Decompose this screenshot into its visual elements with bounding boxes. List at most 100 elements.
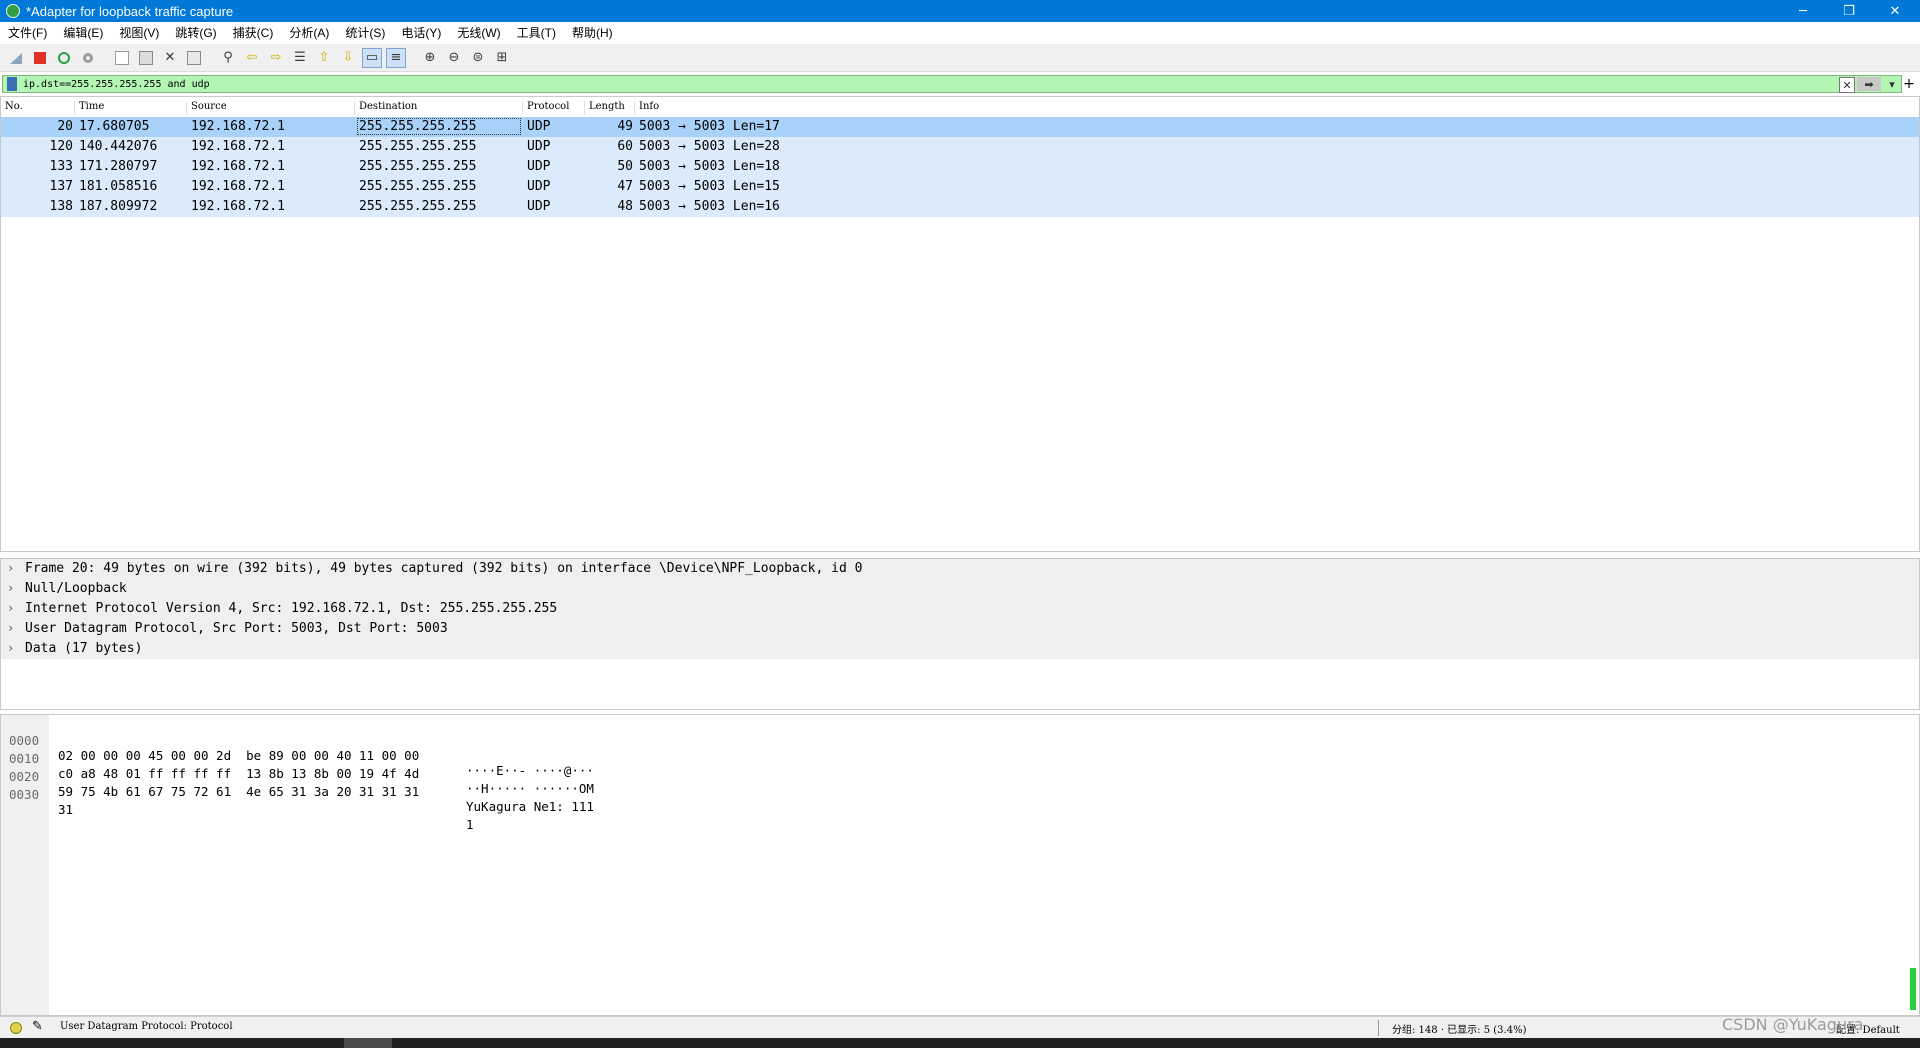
packet-source: 192.168.72.1 <box>191 139 285 154</box>
close-file-icon[interactable]: ✕ <box>160 48 180 68</box>
stop-capture-icon[interactable] <box>30 48 50 68</box>
restart-capture-icon[interactable] <box>54 48 74 68</box>
resize-columns-icon[interactable]: ⊞ <box>492 48 512 68</box>
packet-protocol: UDP <box>527 199 551 214</box>
status-packet-counts: 分组: 148 · 已显示: 5 (3.4%) <box>1392 1025 1527 1036</box>
go-to-packet-icon[interactable]: ☰ <box>290 48 310 68</box>
filter-dropdown-icon[interactable]: ▾ <box>1885 77 1899 91</box>
bytes-row[interactable]: 0010 c0 a8 48 01 ff ff ff ff 13 8b 13 8b… <box>1 736 594 796</box>
packet-length: 48 <box>617 199 633 214</box>
chevron-right-icon[interactable]: › <box>7 641 14 655</box>
menu-statistics[interactable]: 统计(S) <box>337 22 393 44</box>
detail-tree-item[interactable]: › Internet Protocol Version 4, Src: 192.… <box>1 599 1919 619</box>
save-file-icon[interactable] <box>136 48 156 68</box>
clear-filter-icon[interactable]: ✕ <box>1839 77 1855 93</box>
normal-size-icon[interactable]: ⊜ <box>468 48 488 68</box>
column-source[interactable]: Source <box>187 101 355 115</box>
open-file-icon[interactable] <box>112 48 132 68</box>
menu-edit[interactable]: 编辑(E) <box>55 22 111 44</box>
column-destination[interactable]: Destination <box>355 101 523 115</box>
detail-tree-item[interactable]: › Data (17 bytes) <box>1 639 1919 659</box>
packet-row[interactable]: 137 181.058516 192.168.72.1 255.255.255.… <box>1 177 1919 197</box>
apply-filter-icon[interactable]: ➡ <box>1857 77 1881 91</box>
packet-no: 138 <box>49 199 73 214</box>
menu-view[interactable]: 视图(V) <box>111 22 167 44</box>
colorize-icon[interactable]: ≡ <box>386 47 406 68</box>
packet-list-pane: No. Time Source Destination Protocol Len… <box>0 96 1920 552</box>
restore-button[interactable]: ❐ <box>1826 0 1872 22</box>
add-filter-button[interactable]: + <box>1900 74 1918 94</box>
scrollbar-thumb[interactable] <box>1910 968 1916 1010</box>
status-bar: ✎ User Datagram Protocol: Protocol 分组: 1… <box>0 1016 1920 1039</box>
packet-info: 5003 → 5003 Len=18 <box>639 159 780 174</box>
display-filter-input[interactable]: ip.dst==255.255.255.255 and udp <box>23 79 210 90</box>
go-back-icon[interactable]: ⇦ <box>242 48 262 68</box>
packet-row[interactable]: 133 171.280797 192.168.72.1 255.255.255.… <box>1 157 1919 177</box>
bytes-row[interactable]: 0030 31 1 <box>1 772 474 832</box>
byte-hex[interactable]: 02 00 00 00 45 00 00 2d be 89 00 00 40 1… <box>58 748 419 763</box>
column-no[interactable]: No. <box>1 101 75 115</box>
detail-tree-item[interactable]: › Null/Loopback <box>1 579 1919 599</box>
packet-time: 17.680705 <box>79 119 150 134</box>
chevron-right-icon[interactable]: › <box>7 581 14 595</box>
menu-go[interactable]: 跳转(G) <box>167 22 224 44</box>
detail-tree-item[interactable]: › User Datagram Protocol, Src Port: 5003… <box>1 619 1919 639</box>
byte-hex[interactable]: 31 <box>58 802 73 817</box>
byte-ascii[interactable]: ··H····· ······OM <box>466 781 594 796</box>
menu-help[interactable]: 帮助(H) <box>564 22 621 44</box>
last-packet-icon[interactable]: ⇩ <box>338 48 358 68</box>
minimize-button[interactable]: ─ <box>1780 0 1826 22</box>
find-packet-icon[interactable]: ⚲ <box>218 48 238 68</box>
menu-telephony[interactable]: 电话(Y) <box>393 22 449 44</box>
first-packet-icon[interactable]: ⇧ <box>314 48 334 68</box>
column-length[interactable]: Length <box>585 101 635 115</box>
detail-label: Internet Protocol Version 4, Src: 192.16… <box>25 601 558 616</box>
chevron-right-icon[interactable]: › <box>7 601 14 615</box>
column-time[interactable]: Time <box>75 101 187 115</box>
packet-length: 47 <box>617 179 633 194</box>
packet-row[interactable]: 20 17.680705 192.168.72.1 255.255.255.25… <box>1 117 1919 137</box>
menu-capture[interactable]: 捕获(C) <box>225 22 282 44</box>
bytes-row[interactable]: 0020 59 75 4b 61 67 75 72 61 4e 65 31 3a… <box>1 754 594 814</box>
column-protocol[interactable]: Protocol <box>523 101 585 115</box>
zoom-in-icon[interactable]: ⊕ <box>420 48 440 68</box>
packet-details-pane: › Frame 20: 49 bytes on wire (392 bits),… <box>0 558 1920 710</box>
bytes-row[interactable]: 0000 02 00 00 00 45 00 00 2d be 89 00 00… <box>1 718 594 778</box>
packet-time: 140.442076 <box>79 139 158 154</box>
autoscroll-icon[interactable]: ▭ <box>362 47 382 68</box>
reload-file-icon[interactable] <box>184 48 204 68</box>
packet-length: 50 <box>617 159 633 174</box>
window-title: *Adapter for loopback traffic capture <box>26 3 234 19</box>
byte-ascii[interactable]: 1 <box>466 817 474 832</box>
go-forward-icon[interactable]: ⇨ <box>266 48 286 68</box>
packet-row[interactable]: 120 140.442076 192.168.72.1 255.255.255.… <box>1 137 1919 157</box>
detail-tree-item[interactable]: › Frame 20: 49 bytes on wire (392 bits),… <box>1 559 1919 579</box>
packet-no: 133 <box>49 159 73 174</box>
menu-tools[interactable]: 工具(T) <box>509 22 564 44</box>
byte-ascii[interactable]: ····E··- ····@··· <box>466 763 594 778</box>
packet-info: 5003 → 5003 Len=17 <box>639 119 780 134</box>
chevron-right-icon[interactable]: › <box>7 621 14 635</box>
shark-fin-icon[interactable] <box>6 48 26 68</box>
byte-hex[interactable]: c0 a8 48 01 ff ff ff ff 13 8b 13 8b 00 1… <box>58 766 419 781</box>
expert-info-led-icon[interactable] <box>10 1022 22 1034</box>
zoom-out-icon[interactable]: ⊖ <box>444 48 464 68</box>
packet-source: 192.168.72.1 <box>191 199 285 214</box>
capture-options-icon[interactable] <box>78 48 98 68</box>
byte-ascii[interactable]: YuKagura Ne1: 111 <box>466 799 594 814</box>
packet-row[interactable]: 138 187.809972 192.168.72.1 255.255.255.… <box>1 197 1919 217</box>
byte-hex[interactable]: 59 75 4b 61 67 75 72 61 4e 65 31 3a 20 3… <box>58 784 419 799</box>
taskbar-strip <box>0 1038 1920 1048</box>
close-button[interactable]: ✕ <box>1872 0 1918 22</box>
menu-analyze[interactable]: 分析(A) <box>281 22 337 44</box>
column-info[interactable]: Info <box>635 101 835 115</box>
title-bar: *Adapter for loopback traffic capture ─ … <box>0 0 1920 22</box>
filter-bookmark-icon[interactable] <box>7 77 17 91</box>
menu-file[interactable]: 文件(F) <box>0 22 55 44</box>
packet-info: 5003 → 5003 Len=28 <box>639 139 780 154</box>
menu-wireless[interactable]: 无线(W) <box>449 22 508 44</box>
packet-destination: 255.255.255.255 <box>359 179 477 194</box>
chevron-right-icon[interactable]: › <box>7 561 14 575</box>
packet-source: 192.168.72.1 <box>191 179 285 194</box>
capture-comment-icon[interactable]: ✎ <box>32 1019 43 1034</box>
